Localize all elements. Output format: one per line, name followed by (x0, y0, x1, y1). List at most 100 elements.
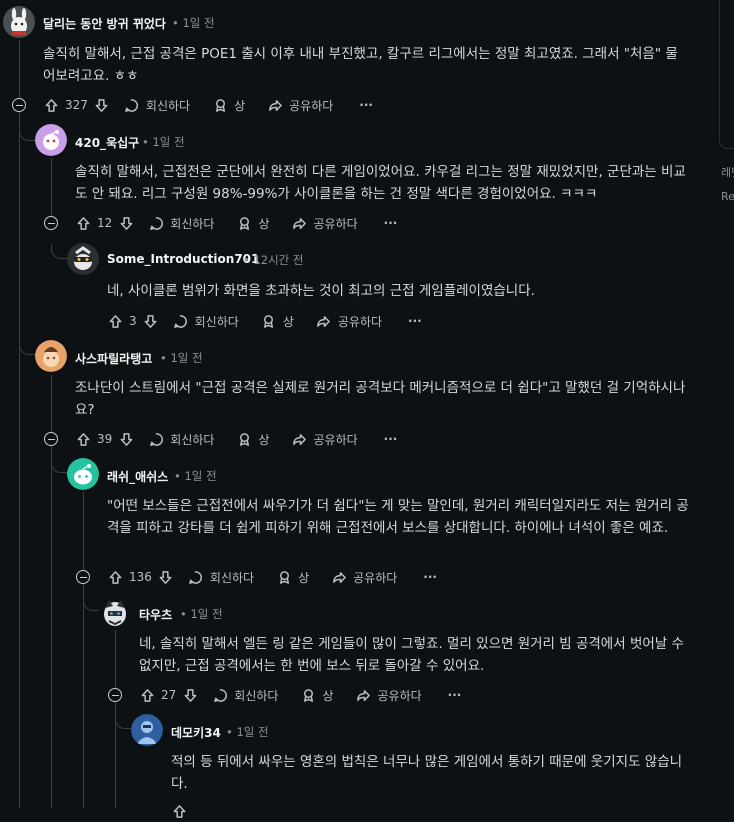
upvote-icon[interactable] (75, 215, 91, 231)
comment-body: 솔직히 말해서, 근접전은 군단에서 완전히 다른 게임이었어요. 카우걸 리그… (75, 164, 686, 202)
branch-connector (115, 714, 132, 729)
comment-author[interactable]: 420_욱십구 (75, 134, 139, 151)
comment-body: 네, 사이클론 범위가 화면을 초과하는 것이 최고의 근접 게임플레이였습니다… (107, 283, 535, 299)
more-options-button[interactable]: ··· (408, 314, 422, 328)
thread-line[interactable] (83, 492, 84, 808)
branch-connector (19, 126, 36, 141)
downvote-icon[interactable] (158, 569, 174, 585)
share-button[interactable]: 공유하다 (292, 431, 358, 448)
share-button[interactable]: 공유하다 (267, 97, 333, 114)
comment-time-text: 1일 전 (184, 469, 217, 483)
upvote-icon[interactable] (107, 569, 123, 585)
upvote-icon[interactable] (139, 687, 155, 703)
award-icon (300, 687, 316, 703)
branch-connector (51, 244, 68, 259)
downvote-icon[interactable] (143, 313, 159, 329)
reply-icon (148, 431, 164, 447)
avatar[interactable] (131, 714, 163, 746)
upvote-icon[interactable] (43, 97, 59, 113)
comment-author[interactable]: 데모키34 (171, 724, 221, 741)
reply-icon (124, 97, 140, 113)
award-label: 상 (282, 314, 294, 329)
collapse-button[interactable] (44, 432, 58, 446)
comment-actions: 136 회신하다 상 공유하다 ··· (107, 566, 437, 588)
thread-line[interactable] (19, 40, 20, 808)
upvote-icon[interactable] (107, 313, 123, 329)
upvote-icon[interactable] (75, 431, 91, 447)
reply-label: 회신하다 (170, 216, 215, 231)
comment-actions: 3 회신하다 상 공유하다 ··· (107, 310, 422, 332)
downvote-icon[interactable] (94, 97, 110, 113)
reply-icon (212, 687, 228, 703)
avatar[interactable] (3, 6, 35, 38)
comment-actions: 39 회신하다 상 공유하다 ··· (75, 428, 397, 450)
reply-icon (173, 313, 189, 329)
comment-time: • 1일 전 (226, 725, 269, 739)
award-button[interactable]: 상 (276, 569, 309, 586)
reply-button[interactable]: 회신하다 (188, 569, 254, 586)
award-icon (276, 569, 292, 585)
comment-time-text: 1일 전 (152, 135, 185, 149)
share-button[interactable]: 공유하다 (356, 687, 422, 704)
award-button[interactable]: 상 (261, 313, 294, 330)
comment-time-text: 12시간 전 (253, 253, 304, 267)
award-icon (261, 313, 277, 329)
share-label: 공유하다 (313, 432, 358, 447)
downvote-icon[interactable] (182, 687, 198, 703)
reply-button[interactable]: 회신하다 (212, 687, 278, 704)
reply-label: 회신하다 (170, 432, 215, 447)
comment-time-text: 1일 전 (170, 351, 203, 365)
comment-body: "어떤 보스들은 근접전에서 싸우기가 더 쉽다"는 게 맞는 말인데, 원거리… (107, 498, 689, 536)
more-options-button[interactable]: ··· (423, 570, 437, 584)
comment-author[interactable]: 달리는 동안 방귀 뀌었다 (43, 15, 166, 32)
downvote-icon[interactable] (118, 215, 134, 231)
reply-button[interactable]: 회신하다 (173, 313, 239, 330)
comment-author[interactable]: 타우츠 (139, 606, 172, 623)
reply-label: 회신하다 (194, 314, 239, 329)
more-options-button[interactable]: ··· (384, 432, 398, 446)
comment-author[interactable]: Some_Introduction701 (107, 252, 259, 266)
share-icon (356, 687, 372, 703)
avatar[interactable] (35, 340, 67, 372)
comment-time: • 1일 전 (180, 607, 223, 621)
vote-count: 27 (161, 688, 177, 702)
collapse-button[interactable] (76, 570, 90, 584)
share-icon (267, 97, 283, 113)
more-options-button[interactable]: ··· (359, 98, 373, 112)
comment-time-text: 1일 전 (190, 607, 223, 621)
comment-author[interactable]: 래쉬_애쉬스 (107, 468, 168, 485)
vote-count: 136 (129, 570, 152, 584)
award-button[interactable]: 상 (300, 687, 334, 704)
award-button[interactable]: 상 (236, 215, 270, 232)
avatar[interactable] (67, 458, 99, 490)
share-button[interactable]: 공유하다 (331, 569, 397, 586)
share-button[interactable]: 공유하다 (316, 313, 382, 330)
downvote-icon[interactable] (118, 431, 134, 447)
avatar[interactable] (35, 124, 67, 156)
sidebar-text: 레딧 (721, 166, 734, 179)
collapse-button[interactable] (108, 688, 122, 702)
comment-body: 적의 등 뒤에서 싸우는 영혼의 법칙은 너무나 많은 게임에서 통하기 때문에… (171, 754, 683, 792)
award-button[interactable]: 상 (212, 97, 245, 114)
reply-button[interactable]: 회신하다 (124, 97, 190, 114)
reply-label: 회신하다 (209, 570, 255, 585)
share-label: 공유하다 (377, 688, 422, 703)
collapse-button[interactable] (44, 216, 58, 230)
vote-count: 39 (97, 432, 113, 446)
collapse-button[interactable] (12, 98, 26, 112)
more-options-button[interactable]: ··· (448, 688, 462, 702)
award-label: 상 (258, 216, 270, 231)
avatar[interactable] (67, 243, 99, 275)
thread-line[interactable] (51, 375, 52, 439)
award-label: 상 (258, 432, 270, 447)
reply-button[interactable]: 회신하다 (148, 215, 214, 232)
share-button[interactable]: 공유하다 (292, 215, 358, 232)
award-label: 상 (298, 570, 310, 585)
thread-line[interactable] (51, 446, 52, 808)
avatar[interactable] (99, 596, 131, 628)
award-button[interactable]: 상 (236, 431, 270, 448)
reply-button[interactable]: 회신하다 (148, 431, 214, 448)
upvote-icon[interactable] (171, 803, 187, 819)
more-options-button[interactable]: ··· (384, 216, 398, 230)
comment-author[interactable]: 사스파릴라탱고 (75, 350, 152, 367)
